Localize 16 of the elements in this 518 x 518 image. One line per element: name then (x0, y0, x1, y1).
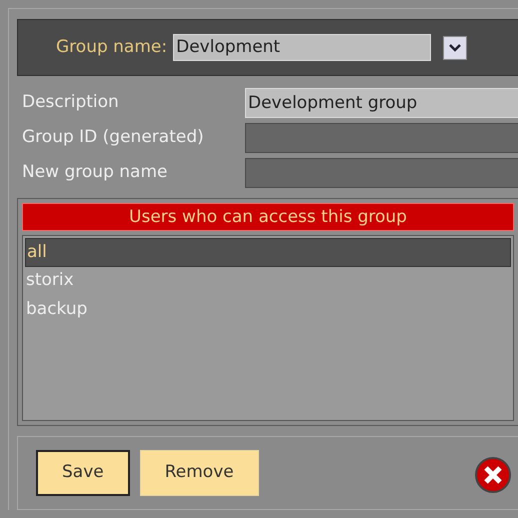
text-field[interactable] (245, 158, 518, 188)
text-field[interactable] (245, 123, 518, 153)
group-name-label: Group name: (56, 36, 168, 59)
chevron-down-icon (449, 44, 462, 52)
dropdown-button[interactable] (443, 36, 468, 60)
close-icon (483, 465, 503, 485)
action-button[interactable]: Save (36, 450, 130, 496)
field-label: New group name (21, 161, 168, 184)
group-name-field[interactable]: Devlopment (173, 34, 432, 61)
close-button[interactable] (475, 457, 511, 493)
field-label: Group ID (generated) (21, 126, 205, 150)
user-item[interactable]: all (25, 238, 511, 267)
users-header: Users who can access this group (22, 203, 514, 231)
text-field[interactable]: Development group (245, 88, 518, 118)
action-button[interactable]: Remove (140, 450, 259, 496)
field-label: Description (21, 91, 120, 114)
